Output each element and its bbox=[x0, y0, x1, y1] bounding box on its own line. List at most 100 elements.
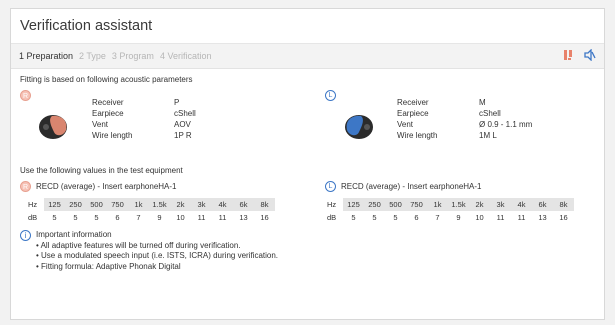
recd-headers: R RECD (average) - Insert earphoneHA-1 L… bbox=[20, 181, 595, 192]
recd-right-header: R RECD (average) - Insert earphoneHA-1 bbox=[20, 181, 290, 192]
db-row: dB 5 5 5 6 7 9 10 11 11 13 16 bbox=[325, 211, 574, 224]
hz-row: Hz 125 250 500 750 1k 1.5k 2k 3k 4k 6k 8… bbox=[26, 198, 275, 211]
param-value: Ø 0.9 - 1.1 mm bbox=[479, 120, 533, 129]
hz-cell: 250 bbox=[364, 198, 385, 211]
info-heading: Important information bbox=[36, 230, 112, 239]
hz-cell: 125 bbox=[343, 198, 364, 211]
db-cell: 13 bbox=[532, 211, 553, 224]
param-value: 1P R bbox=[174, 131, 192, 140]
db-label: dB bbox=[327, 213, 337, 222]
param-label: Receiver bbox=[92, 98, 124, 107]
right-ear-panel: R Receiver P Earpiece cShell Vent AOV Wire … bbox=[20, 90, 290, 160]
info-icon: i bbox=[20, 230, 31, 241]
hz-cell: 4k bbox=[212, 198, 233, 211]
db-cell: 5 bbox=[364, 211, 385, 224]
db-cell: 5 bbox=[65, 211, 86, 224]
info-line: • Fitting formula: Adaptive Phonak Digit… bbox=[36, 261, 181, 271]
fitting-intro: Fitting is based on following acoustic p… bbox=[20, 75, 193, 84]
hz-cell: 3k bbox=[191, 198, 212, 211]
preparation-content: Fitting is based on following acoustic p… bbox=[11, 69, 604, 278]
hz-cell: 1.5k bbox=[149, 198, 170, 211]
recd-left-title: RECD (average) - Insert earphoneHA-1 bbox=[341, 182, 482, 191]
param-value: M bbox=[479, 98, 486, 107]
param-label: Earpiece bbox=[92, 109, 124, 118]
recd-left-badge: L bbox=[325, 181, 336, 192]
db-cell: 9 bbox=[149, 211, 170, 224]
hz-cell: 750 bbox=[406, 198, 427, 211]
db-cell: 5 bbox=[385, 211, 406, 224]
window-title: Verification assistant bbox=[11, 9, 604, 44]
right-hearing-aid-icon bbox=[36, 110, 72, 146]
step-preparation[interactable]: 1 Preparation bbox=[19, 51, 73, 61]
step-type[interactable]: 2 Type bbox=[79, 51, 106, 61]
left-ear-panel: L Receiver M Earpiece cShell Vent Ø 0.9 - 1… bbox=[325, 90, 595, 160]
verification-assistant-window: Verification assistant 1 Preparation 2 T… bbox=[10, 8, 605, 320]
right-ear-params: Receiver P Earpiece cShell Vent AOV Wire le… bbox=[92, 97, 196, 141]
hz-cell: 750 bbox=[107, 198, 128, 211]
hz-cell: 2k bbox=[469, 198, 490, 211]
right-ear-badge: R bbox=[20, 90, 31, 101]
hz-cell: 1k bbox=[427, 198, 448, 211]
hearing-aid-tool-icon[interactable] bbox=[563, 49, 574, 63]
step-bar: 1 Preparation 2 Type 3 Program 4 Verific… bbox=[11, 44, 604, 69]
speaker-muted-icon[interactable] bbox=[584, 48, 596, 63]
db-cell: 6 bbox=[107, 211, 128, 224]
hz-cell: 500 bbox=[385, 198, 406, 211]
recd-left-header: L RECD (average) - Insert earphoneHA-1 bbox=[325, 181, 595, 192]
recd-left-table: Hz 125 250 500 750 1k 1.5k 2k 3k 4k 6k 8… bbox=[325, 198, 574, 224]
db-label: dB bbox=[28, 213, 38, 222]
hz-cell: 8k bbox=[254, 198, 275, 211]
param-value: AOV bbox=[174, 120, 191, 129]
hz-cell: 3k bbox=[490, 198, 511, 211]
info-text: Important information • All adaptive fea… bbox=[36, 230, 278, 272]
toolbar-icons bbox=[563, 48, 596, 63]
recd-tables: Hz 125 250 500 750 1k 1.5k 2k 3k 4k 6k 8… bbox=[20, 198, 595, 224]
param-label: Wire length bbox=[92, 131, 133, 140]
left-hearing-aid-icon bbox=[341, 110, 377, 146]
hz-label: Hz bbox=[327, 200, 337, 209]
hz-cell: 250 bbox=[65, 198, 86, 211]
db-cell: 10 bbox=[170, 211, 191, 224]
hz-cell: 8k bbox=[553, 198, 574, 211]
hz-cell: 4k bbox=[511, 198, 532, 211]
db-cell: 7 bbox=[128, 211, 149, 224]
info-line: • Use a modulated speech input (i.e. IST… bbox=[36, 251, 279, 260]
db-cell: 16 bbox=[254, 211, 275, 224]
param-value: cShell bbox=[479, 109, 501, 118]
param-label: Vent bbox=[397, 120, 414, 129]
db-cell: 5 bbox=[343, 211, 364, 224]
steps-nav: 1 Preparation 2 Type 3 Program 4 Verific… bbox=[19, 51, 211, 61]
hz-cell: 2k bbox=[170, 198, 191, 211]
db-row: dB 5 5 5 6 7 9 10 11 11 13 16 bbox=[26, 211, 275, 224]
param-value: cShell bbox=[174, 109, 196, 118]
db-cell: 9 bbox=[448, 211, 469, 224]
db-cell: 13 bbox=[233, 211, 254, 224]
db-cell: 11 bbox=[191, 211, 212, 224]
recd-right-badge: R bbox=[20, 181, 31, 192]
left-ear-badge: L bbox=[325, 90, 336, 101]
recd-right-table-wrap: Hz 125 250 500 750 1k 1.5k 2k 3k 4k 6k 8… bbox=[20, 198, 296, 224]
param-label: Receiver bbox=[397, 98, 429, 107]
step-program[interactable]: 3 Program bbox=[112, 51, 154, 61]
db-cell: 16 bbox=[553, 211, 574, 224]
recd-right-table: Hz 125 250 500 750 1k 1.5k 2k 3k 4k 6k 8… bbox=[26, 198, 275, 224]
hz-cell: 500 bbox=[86, 198, 107, 211]
hz-cell: 1k bbox=[128, 198, 149, 211]
db-cell: 6 bbox=[406, 211, 427, 224]
hz-cell: 6k bbox=[532, 198, 553, 211]
recd-left-table-wrap: Hz 125 250 500 750 1k 1.5k 2k 3k 4k 6k 8… bbox=[319, 198, 595, 224]
recd-right-title: RECD (average) - Insert earphoneHA-1 bbox=[36, 182, 177, 191]
param-value: P bbox=[174, 98, 180, 107]
hz-cell: 1.5k bbox=[448, 198, 469, 211]
step-verification[interactable]: 4 Verification bbox=[160, 51, 212, 61]
hz-row: Hz 125 250 500 750 1k 1.5k 2k 3k 4k 6k 8… bbox=[325, 198, 574, 211]
db-cell: 5 bbox=[86, 211, 107, 224]
info-line: • All adaptive features will be turned o… bbox=[36, 240, 241, 250]
db-cell: 5 bbox=[44, 211, 65, 224]
db-cell: 11 bbox=[511, 211, 532, 224]
hz-cell: 6k bbox=[233, 198, 254, 211]
important-info: i Important information • All adaptive f… bbox=[20, 230, 595, 272]
param-value: 1M L bbox=[479, 131, 497, 140]
hz-cell: 125 bbox=[44, 198, 65, 211]
db-cell: 11 bbox=[490, 211, 511, 224]
